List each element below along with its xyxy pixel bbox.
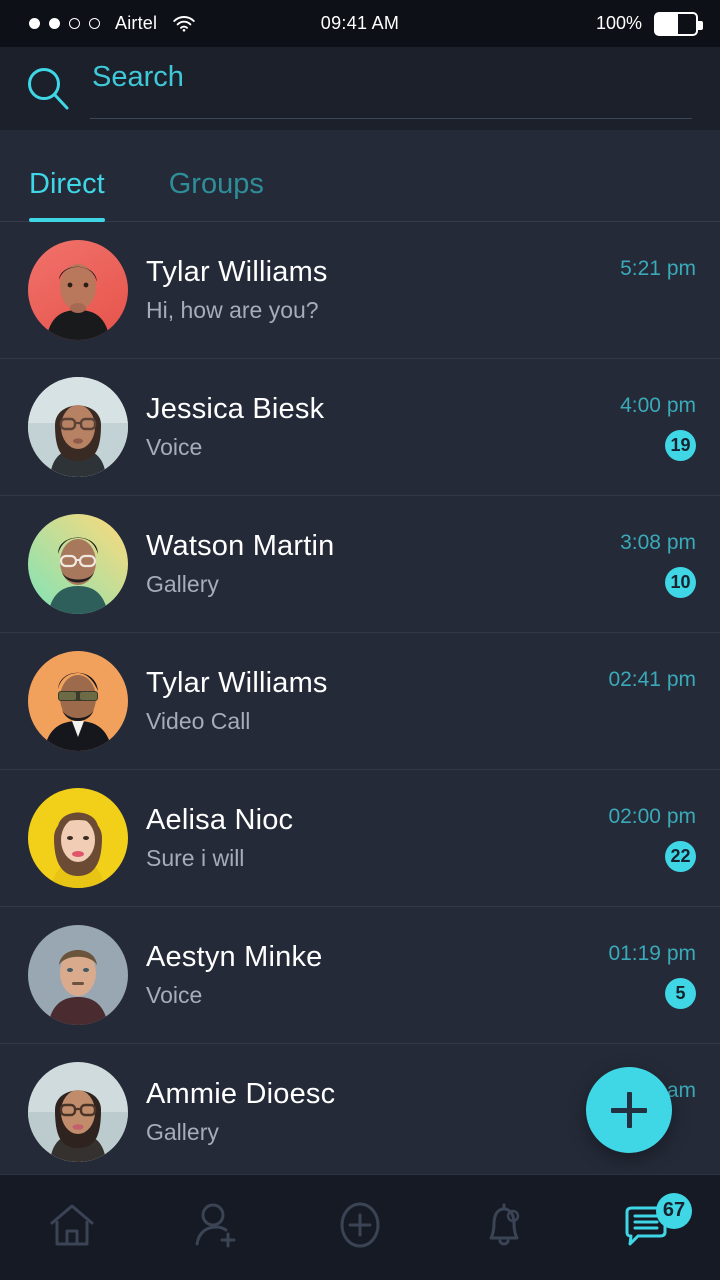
battery-percent-label: 100% [595, 13, 642, 33]
chat-item-text: Aelisa Nioc Sure i will [146, 804, 600, 872]
avatar [28, 788, 128, 888]
message-time: 02:00 pm [608, 804, 696, 828]
message-time: 5:21 pm [620, 256, 696, 280]
message-time: 02:41 pm [608, 667, 696, 691]
contact-name: Aestyn Minke [146, 941, 323, 973]
contact-name: Watson Martin [146, 530, 335, 562]
message-preview: Gallery [146, 1119, 219, 1145]
chat-list-item[interactable]: Jessica Biesk Voice 4:00 pm 19 [0, 359, 720, 496]
message-time: 4:00 pm [620, 393, 696, 417]
chat-item-meta: 01:19 pm 5 [600, 942, 696, 1009]
chat-item-text: Tylar Williams Video Call [146, 667, 600, 735]
unread-badge: 22 [665, 840, 696, 872]
chat-item-meta: 02:00 pm 22 [600, 805, 696, 872]
chat-list-item[interactable]: Aestyn Minke Voice 01:19 pm 5 [0, 907, 720, 1044]
nav-item-messages[interactable]: 67 [576, 1175, 720, 1280]
chat-list-item[interactable]: Watson Martin Gallery 3:08 pm 10 [0, 496, 720, 633]
message-preview: Sure i will [146, 845, 245, 871]
message-time: am [666, 1078, 696, 1102]
message-time: 3:08 pm [620, 530, 696, 554]
new-chat-fab[interactable] [586, 1067, 672, 1153]
nav-item-home[interactable] [0, 1175, 144, 1280]
avatar [28, 240, 128, 340]
tab-groups[interactable]: Groups [169, 168, 264, 221]
bottom-navigation-bar: 67 [0, 1174, 720, 1280]
chat-item-meta: 02:41 pm [600, 668, 696, 735]
status-bar-right: 100% [595, 11, 703, 36]
avatar [28, 514, 128, 614]
unread-badge: 5 [665, 977, 696, 1009]
contact-name: Aelisa Nioc [146, 804, 294, 836]
nav-item-add-person[interactable] [144, 1175, 288, 1280]
tab-direct-label: Direct [29, 168, 105, 200]
avatar [28, 377, 128, 477]
avatar [28, 925, 128, 1025]
search-input[interactable] [90, 58, 692, 119]
contact-name: Tylar Williams [146, 667, 328, 699]
phone-screen: Airtel 09:41 AM 100% Search Direct Group… [0, 0, 720, 1280]
message-preview: Voice [146, 434, 203, 460]
chat-item-text: Ammie Dioesc Gallery [146, 1078, 600, 1146]
plus-circle-icon [334, 1199, 386, 1256]
chat-list-item[interactable]: Tylar Williams Video Call 02:41 pm [0, 633, 720, 770]
chat-item-text: Jessica Biesk Voice [146, 393, 600, 461]
search-icon[interactable] [25, 66, 71, 112]
chat-list-item[interactable]: Aelisa Nioc Sure i will 02:00 pm 22 [0, 770, 720, 907]
tab-bar: Direct Groups [0, 130, 720, 222]
unread-badge [665, 704, 696, 735]
unread-badge: 19 [665, 429, 696, 461]
chat-item-text: Tylar Williams Hi, how are you? [146, 256, 600, 324]
avatar [28, 1062, 128, 1162]
bell-icon [478, 1199, 530, 1256]
status-bar: Airtel 09:41 AM 100% [0, 0, 720, 47]
chat-item-meta: 5:21 pm [600, 257, 696, 324]
plus-icon-vertical [626, 1092, 632, 1128]
avatar [28, 651, 128, 751]
message-preview: Hi, how are you? [146, 297, 319, 323]
nav-item-notifications[interactable] [432, 1175, 576, 1280]
contact-name: Jessica Biesk [146, 393, 325, 425]
battery-icon [654, 11, 703, 36]
chat-item-text: Aestyn Minke Voice [146, 941, 600, 1009]
unread-badge: 10 [665, 566, 696, 598]
message-preview: Voice [146, 982, 203, 1008]
contact-name: Tylar Williams [146, 256, 328, 288]
messages-unread-badge: 67 [656, 1192, 692, 1229]
chat-list[interactable]: Tylar Williams Hi, how are you? 5:21 pm [0, 222, 720, 1174]
nav-item-add[interactable] [288, 1175, 432, 1280]
message-time: 01:19 pm [608, 941, 696, 965]
unread-badge [665, 293, 696, 324]
message-preview: Video Call [146, 708, 251, 734]
add-person-icon [190, 1199, 242, 1256]
chat-item-text: Watson Martin Gallery [146, 530, 600, 598]
contact-name: Ammie Dioesc [146, 1078, 336, 1110]
message-preview: Gallery [146, 571, 219, 597]
tab-direct[interactable]: Direct [29, 168, 105, 222]
search-bar[interactable] [0, 47, 720, 130]
chat-item-meta: 4:00 pm 19 [600, 394, 696, 461]
chat-list-item[interactable]: Tylar Williams Hi, how are you? 5:21 pm [0, 222, 720, 359]
chat-item-meta: 3:08 pm 10 [600, 531, 696, 598]
tab-groups-label: Groups [168, 168, 264, 200]
home-icon [46, 1199, 98, 1256]
